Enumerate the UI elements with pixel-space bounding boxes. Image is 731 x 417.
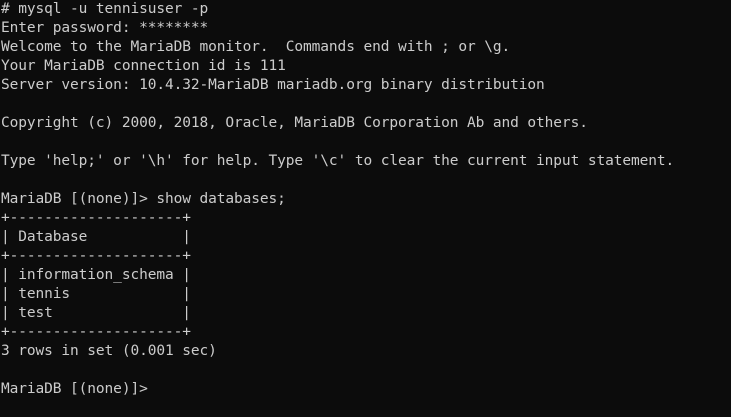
copyright-line: Copyright (c) 2000, 2018, Oracle, MariaD… — [1, 115, 588, 131]
current-prompt-line[interactable]: MariaDB [(none)]> — [0, 380, 731, 399]
password-prompt-line: Enter password: ******** — [1, 20, 209, 36]
table-row: | tennis | — [1, 286, 191, 302]
table-border-bottom: +--------------------+ — [1, 324, 191, 340]
welcome-line: Welcome to the MariaDB monitor. Commands… — [1, 39, 511, 55]
table-border-header: +--------------------+ — [1, 248, 191, 264]
table-border-top: +--------------------+ — [1, 210, 191, 226]
query-line: MariaDB [(none)]> show databases; — [1, 191, 286, 207]
text-cursor — [148, 382, 156, 398]
prompt-text: MariaDB [(none)]> — [1, 381, 148, 397]
table-row: | test | — [1, 305, 191, 321]
server-version-line: Server version: 10.4.32-MariaDB mariadb.… — [1, 77, 545, 93]
terminal-window[interactable]: # mysql -u tennisuser -p Enter password:… — [0, 0, 731, 417]
table-row: | information_schema | — [1, 267, 191, 283]
connection-id-line: Your MariaDB connection id is 111 — [1, 58, 286, 74]
table-header-row: | Database | — [1, 229, 191, 245]
command-line: # mysql -u tennisuser -p — [1, 1, 209, 17]
result-summary-line: 3 rows in set (0.001 sec) — [1, 343, 217, 359]
help-line: Type 'help;' or '\h' for help. Type '\c'… — [1, 153, 675, 169]
